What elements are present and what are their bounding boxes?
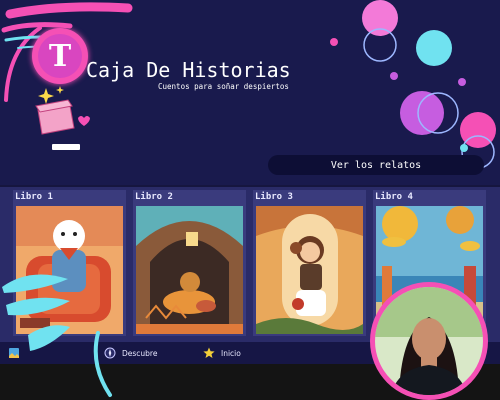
book-label-1: Libro 1 — [15, 192, 53, 202]
sparkle-icon — [38, 88, 54, 104]
cyan-blob-2 — [6, 297, 70, 316]
app-screen: { "header": { "logo_letter": "T", "title… — [0, 0, 500, 400]
star-icon — [203, 347, 215, 358]
home-label: Inicio — [221, 348, 241, 358]
book-card-2[interactable]: Libro 2 — [133, 190, 246, 336]
book-label-4: Libro 4 — [375, 192, 413, 202]
logo-letter: T — [48, 38, 72, 74]
cyan-blob-3 — [28, 325, 70, 351]
cyan-blob — [2, 274, 68, 293]
logo-inner: T — [38, 34, 82, 78]
cyan-dot — [460, 144, 468, 152]
cyan-curl — [93, 331, 112, 397]
pink-circle — [362, 0, 398, 36]
gift-box-illustration — [35, 86, 90, 150]
heart-icon — [78, 116, 90, 126]
purple-dot-2 — [458, 78, 466, 86]
app-title: Caja De Historias — [86, 58, 291, 82]
view-stories-button[interactable]: Ver los relatos — [268, 155, 484, 175]
pink-dot — [330, 38, 338, 46]
logo[interactable]: T — [32, 28, 88, 84]
purple-circle — [400, 91, 444, 135]
pink-brush-stroke — [5, 2, 133, 19]
sparkle-icon-small — [56, 86, 64, 94]
app-subtitle: Cuentos para soñar despiertos — [158, 82, 289, 91]
book-card-3[interactable]: Libro 3 — [253, 190, 366, 336]
avatar-photo — [375, 287, 483, 395]
book-label-2: Libro 2 — [135, 192, 173, 202]
avatar[interactable] — [370, 282, 488, 400]
cyan-brush-decoration — [2, 274, 112, 397]
book-cover-3 — [256, 206, 363, 334]
nav-item-home[interactable]: Inicio — [203, 345, 241, 361]
book-cover-2 — [136, 206, 243, 334]
book-icon — [52, 144, 80, 150]
purple-dot — [390, 72, 398, 80]
book-label-3: Libro 3 — [255, 192, 293, 202]
cyan-circle — [416, 30, 452, 66]
